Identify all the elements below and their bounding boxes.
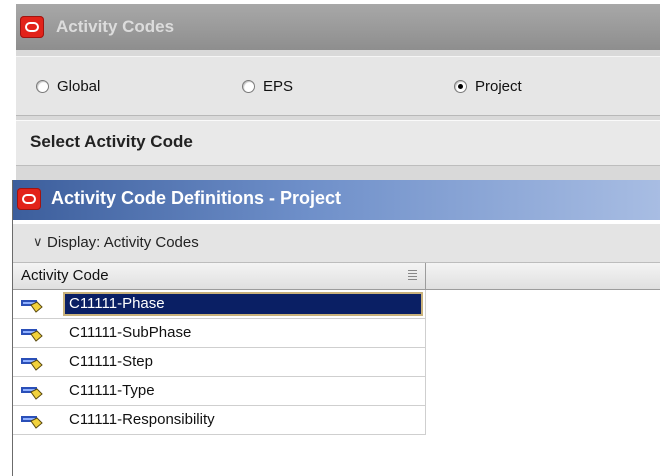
grid-header: Activity Code	[13, 263, 660, 290]
column-header-activity-code[interactable]: Activity Code	[13, 263, 426, 289]
display-label[interactable]: Display: Activity Codes	[47, 234, 199, 251]
activity-code-icon	[21, 416, 43, 429]
display-options-bar[interactable]: ∨ Display: Activity Codes	[13, 224, 660, 263]
radio-button[interactable]	[242, 79, 255, 93]
activity-code-icon	[21, 329, 43, 342]
oracle-logo-icon	[20, 16, 44, 38]
oracle-logo-icon	[17, 188, 41, 210]
column-menu-icon[interactable]	[408, 270, 417, 280]
radio-eps[interactable]: EPS	[242, 75, 293, 97]
column-header-label: Activity Code	[21, 267, 109, 284]
window-title: Activity Code Definitions - Project	[51, 188, 342, 208]
chevron-down-icon[interactable]: ∨	[33, 234, 43, 250]
section-heading: Select Activity Code	[30, 132, 193, 151]
definitions-titlebar[interactable]: Activity Code Definitions - Project	[13, 180, 660, 220]
row-label: C11111-Phase	[69, 295, 165, 312]
row-label: C11111-Step	[69, 353, 153, 370]
row-label: C11111-SubPhase	[69, 324, 192, 341]
radio-label: EPS	[263, 77, 294, 95]
radio-label: Global	[57, 77, 101, 95]
radio-project[interactable]: Project	[454, 75, 522, 97]
table-row[interactable]: C11111-Type	[13, 377, 426, 406]
activity-codes-window: Activity Codes Global EPS Project Select…	[16, 4, 660, 180]
activity-code-icon	[21, 300, 43, 313]
table-row[interactable]: C11111-Responsibility	[13, 406, 426, 435]
table-row[interactable]: C11111-SubPhase	[13, 319, 426, 348]
select-activity-code-header: Select Activity Code	[16, 120, 660, 166]
activity-code-definitions-window: Activity Code Definitions - Project ∨ Di…	[12, 180, 660, 476]
scope-radio-panel: Global EPS Project	[16, 56, 660, 116]
radio-label: Project	[475, 77, 522, 95]
radio-button[interactable]	[454, 79, 467, 93]
activity-code-icon	[21, 358, 43, 371]
table-row[interactable]: C11111-Step	[13, 348, 426, 377]
row-label: C11111-Responsibility	[69, 411, 215, 428]
table-row[interactable]: C11111-Phase	[13, 290, 426, 319]
radio-button[interactable]	[36, 79, 49, 93]
activity-code-icon	[21, 387, 43, 400]
window-title: Activity Codes	[56, 17, 175, 36]
row-label: C11111-Type	[69, 382, 155, 399]
activity-codes-titlebar[interactable]: Activity Codes	[16, 4, 660, 50]
radio-global[interactable]: Global	[36, 75, 100, 97]
